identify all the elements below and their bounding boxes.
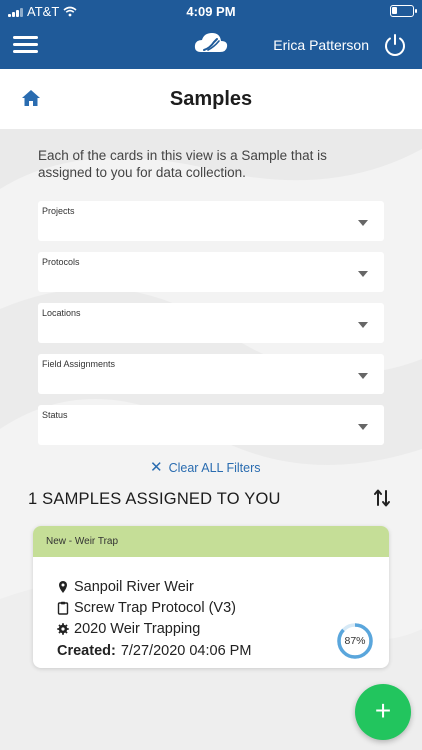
field-assignments-filter[interactable]: Field Assignments <box>38 354 384 394</box>
sample-protocol: Screw Trap Protocol (V3) <box>74 600 236 616</box>
chevron-down-icon <box>358 220 368 226</box>
sample-created-row: Created: 7/27/2020 04:06 PM <box>57 643 251 659</box>
sample-location-row: Sanpoil River Weir <box>57 579 194 595</box>
sample-project-row: 2020 Weir Trapping <box>57 621 200 637</box>
status-bar: AT&T 4:09 PM <box>0 0 422 24</box>
clock-time: 4:09 PM <box>186 4 236 19</box>
add-sample-button[interactable]: + <box>355 684 411 740</box>
field-assignments-filter-label: Field Assignments <box>42 359 116 369</box>
sample-project: 2020 Weir Trapping <box>74 621 201 637</box>
app-logo-icon <box>194 33 228 52</box>
sample-status: New - Weir Trap <box>46 536 119 547</box>
progress-percent: 87% <box>344 635 366 647</box>
chevron-down-icon <box>358 424 368 430</box>
page-description: Each of the cards in this view is a Samp… <box>38 148 327 180</box>
user-name: Erica Patterson <box>273 37 369 53</box>
sample-card[interactable]: New - Weir Trap Sanpoil River Weir Screw… <box>33 526 389 668</box>
power-icon[interactable] <box>382 32 408 58</box>
sample-protocol-row: Screw Trap Protocol (V3) <box>57 600 236 616</box>
status-filter-label: Status <box>42 410 68 420</box>
sample-status-band: New - Weir Trap <box>33 526 389 557</box>
locations-filter-label: Locations <box>42 308 81 318</box>
clipboard-icon <box>57 601 69 615</box>
samples-content: Each of the cards in this view is a Samp… <box>0 129 422 750</box>
menu-button[interactable] <box>13 36 38 54</box>
close-icon: ✕ <box>150 459 163 476</box>
app-header: AT&T 4:09 PM Erica Patterson <box>0 0 422 69</box>
protocols-filter-label: Protocols <box>42 257 80 267</box>
clear-filters-label: Clear ALL Filters <box>168 461 261 475</box>
gear-icon <box>57 623 69 635</box>
locations-filter[interactable]: Locations <box>38 303 384 343</box>
chevron-down-icon <box>358 271 368 277</box>
sort-icon[interactable] <box>373 488 391 508</box>
sample-progress: 87% <box>336 622 374 660</box>
projects-filter[interactable]: Projects <box>38 201 384 241</box>
plus-icon: + <box>374 695 392 726</box>
created-label: Created: <box>57 643 116 659</box>
page-title: Samples <box>169 88 253 110</box>
chevron-down-icon <box>358 322 368 328</box>
status-filter[interactable]: Status <box>38 405 384 445</box>
clear-filters-button[interactable]: ✕ Clear ALL Filters <box>150 459 261 476</box>
battery-icon <box>390 5 417 17</box>
sample-location: Sanpoil River Weir <box>74 579 194 595</box>
title-bar: Samples <box>0 69 422 129</box>
chevron-down-icon <box>358 373 368 379</box>
samples-count: 1 SAMPLES ASSIGNED TO YOU <box>28 490 281 508</box>
protocols-filter[interactable]: Protocols <box>38 252 384 292</box>
projects-filter-label: Projects <box>42 206 75 216</box>
created-value: 7/27/2020 04:06 PM <box>120 643 252 659</box>
map-pin-icon <box>59 581 67 593</box>
